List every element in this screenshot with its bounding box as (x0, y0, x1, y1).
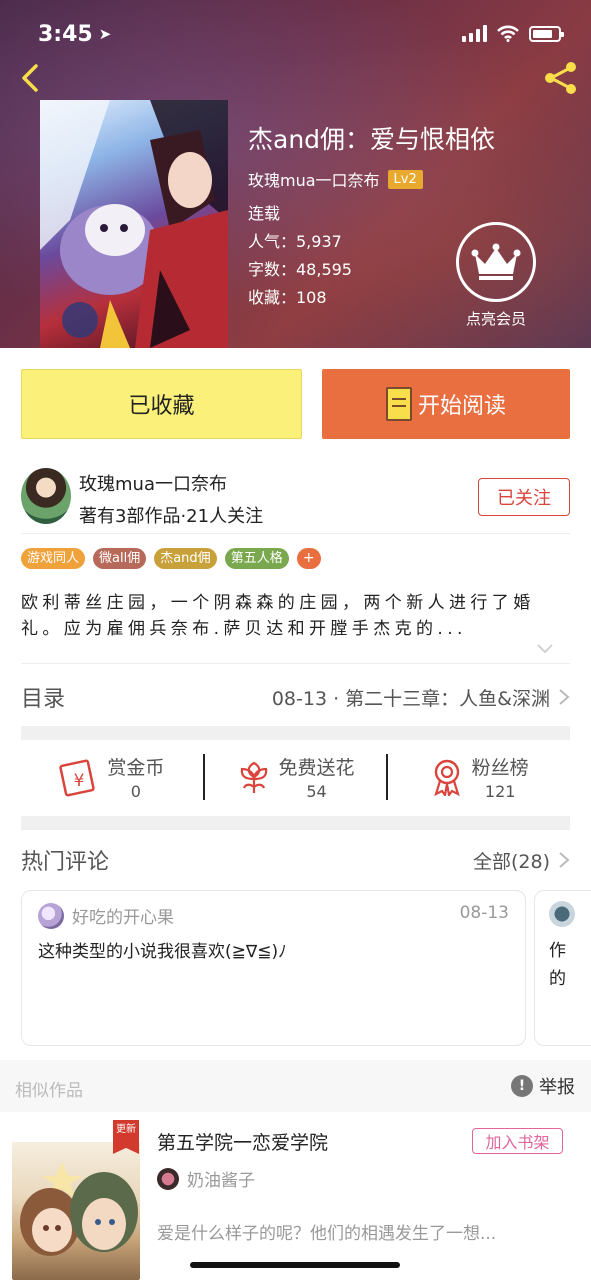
home-indicator[interactable] (190, 1262, 400, 1268)
book-icon (385, 387, 412, 421)
free-flowers-label: 免费送花 (278, 757, 355, 779)
red-envelope-icon: ¥ (59, 759, 96, 797)
divider (21, 663, 570, 664)
report-label: 举报 (539, 1077, 575, 1098)
status-icons (462, 25, 564, 42)
status-bar: 3:45 ➤ (0, 0, 591, 70)
fan-ranking-value: 121 (484, 782, 516, 801)
svg-text:¥: ¥ (74, 771, 85, 791)
tag-game-fanfic[interactable]: 游戏同人 (21, 548, 86, 569)
share-button[interactable] (541, 58, 581, 98)
start-reading-button[interactable]: 开始阅读 (322, 369, 570, 439)
favorited-button[interactable]: 已收藏 (21, 369, 302, 439)
similar-book-cover[interactable] (12, 1142, 140, 1280)
expand-chevron-icon[interactable] (537, 644, 553, 654)
tag-jie-and-yong[interactable]: 杰and佣 (154, 548, 217, 569)
similar-author-avatar (157, 1167, 179, 1190)
vip-label: 点亮会员 (465, 310, 526, 328)
commenter-name[interactable]: 好吃的开心果 (72, 903, 174, 928)
similar-author-row[interactable]: 奶油酱子 (157, 1166, 255, 1191)
similar-book-description: 爱是什么样子的呢？他们的相遇发生了一想... (157, 1224, 497, 1244)
similar-book-item[interactable]: 更新 第五学院一恋爱学院 加入书架 奶油酱子 爱是什么样子的呢？他们的相遇发生了… (0, 1112, 591, 1280)
medal-icon (433, 759, 460, 796)
tag-wei-all[interactable]: 微all佣 (93, 548, 147, 569)
comment-text: 这种类型的小说我很喜欢(≧∇≦)ﾉ (38, 942, 287, 962)
book-description[interactable]: 欧利蒂丝庄园，一个阴森森的庄园，两个新人进行了婚礼。应为雇佣兵奈布.萨贝达和开膛… (21, 590, 570, 642)
section-separator (21, 726, 570, 740)
popularity: 人气：5,937 (248, 232, 342, 251)
location-arrow-icon: ➤ (98, 25, 112, 43)
favorites-count: 收藏：108 (248, 288, 327, 307)
reward-coins-value: 0 (130, 782, 141, 801)
start-reading-label: 开始阅读 (417, 394, 506, 419)
comment-card-next[interactable]: 作的 (534, 890, 591, 1046)
level-badge: Lv2 (387, 169, 423, 189)
battery-icon (529, 25, 564, 42)
back-button[interactable] (14, 60, 50, 96)
report-button[interactable]: ! 举报 (511, 1073, 575, 1099)
flower-icon (240, 761, 267, 793)
author-avatar[interactable] (21, 468, 71, 524)
comments-title: 热门评论 (21, 850, 110, 875)
book-title: 杰and佣：爱与恨相依 (248, 125, 496, 154)
status-time: 3:45 ➤ (38, 22, 112, 47)
signal-icon (462, 25, 487, 42)
fan-ranking-label: 粉丝榜 (471, 757, 529, 779)
add-tag-button[interactable]: + (296, 548, 321, 569)
header-author-name[interactable]: 玫瑰mua一口奈布 (248, 167, 380, 191)
similar-works-title: 相似作品 (15, 1081, 83, 1101)
reward-coins-label: 赏金币 (107, 757, 165, 779)
comments-header: 热门评论 全部(28) (21, 840, 570, 880)
similar-works-header: 相似作品 ! 举报 (0, 1060, 591, 1112)
comment-card[interactable]: 好吃的开心果 08-13 这种类型的小说我很喜欢(≧∇≦)ﾉ (21, 890, 526, 1046)
wifi-icon (497, 25, 519, 42)
author-name[interactable]: 玫瑰mua一口奈布 (79, 470, 227, 496)
free-flowers[interactable]: 免费送花 54 (205, 753, 387, 801)
section-separator (21, 816, 570, 830)
commenter-avatar[interactable] (38, 903, 64, 929)
similar-book-title[interactable]: 第五学院一恋爱学院 (157, 1128, 328, 1155)
author-stats: 著有3部作品·21人关注 (79, 506, 264, 527)
serial-status: 连载 (248, 204, 281, 223)
commenter-avatar[interactable] (549, 901, 575, 927)
crown-icon (456, 222, 536, 302)
book-meta: 连载 人气：5,937 字数：48,595 收藏：108 (248, 200, 352, 312)
tag-list: 游戏同人 微all佣 杰and佣 第五人格 + (21, 548, 321, 569)
stats-row: ¥ 赏金币 0 免费送花 54 粉丝榜 121 (21, 741, 570, 813)
comment-date: 08-13 (459, 903, 509, 923)
reward-coins[interactable]: ¥ 赏金币 0 (21, 753, 203, 801)
chevron-right-icon (559, 852, 570, 868)
book-header: 3:45 ➤ 杰and佣：爱与恨相依 玫瑰mua一口奈布 Lv2 连载 人气：5… (0, 0, 591, 348)
catalog-row[interactable]: 目录 08-13 · 第二十三章：人鱼&深渊 (21, 672, 570, 722)
latest-chapter[interactable]: 08-13 · 第二十三章：人鱼&深渊 (272, 684, 550, 711)
similar-cover-illustration (20, 1162, 138, 1256)
free-flowers-value: 54 (306, 782, 327, 801)
exclamation-icon: ! (511, 1075, 533, 1097)
vip-button[interactable]: 点亮会员 (454, 222, 538, 329)
header-author-row[interactable]: 玫瑰mua一口奈布 Lv2 (248, 167, 423, 191)
author-section[interactable]: 玫瑰mua一口奈布 著有3部作品·21人关注 已关注 (21, 466, 570, 534)
book-cover[interactable] (40, 100, 228, 348)
follow-button[interactable]: 已关注 (478, 478, 570, 516)
cover-illustration (40, 100, 228, 348)
all-comments-link[interactable]: 全部(28) (473, 847, 550, 874)
tag-identity-v[interactable]: 第五人格 (224, 548, 289, 569)
word-count: 字数：48,595 (248, 260, 352, 279)
comment-text: 作的 (549, 941, 566, 989)
catalog-title: 目录 (21, 687, 66, 712)
fan-ranking[interactable]: 粉丝榜 121 (388, 753, 570, 801)
chevron-right-icon (559, 689, 570, 705)
action-buttons: 已收藏 开始阅读 (21, 369, 570, 441)
similar-author-name[interactable]: 奶油酱子 (187, 1166, 255, 1191)
add-to-shelf-button[interactable]: 加入书架 (472, 1128, 563, 1154)
